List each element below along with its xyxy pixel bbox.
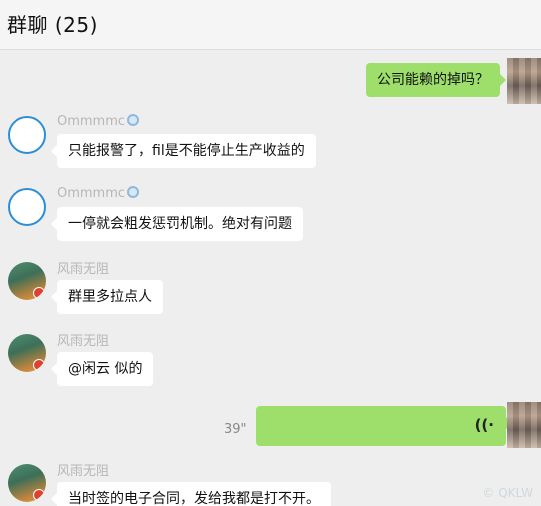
- voice-wave-icon: ((·: [474, 416, 494, 434]
- message-row: Ommmmc 一停就会粗发惩罚机制。绝对有问题: [0, 184, 541, 244]
- message-row: 风雨无阻 当时签的电子合同，发给我都是打不开。: [0, 458, 541, 506]
- incoming-message-bubble[interactable]: 当时签的电子合同，发给我都是打不开。: [51, 482, 331, 506]
- watermark: © QKLW: [482, 486, 533, 500]
- message-row: 风雨无阻 群里多拉点人: [0, 256, 541, 318]
- sender-name: Ommmmc: [57, 186, 140, 201]
- chat-window: 群聊 (25) 公司能赖的掉吗？ Ommmmc 只能报警了，fil是不能停止生产…: [0, 0, 541, 506]
- voice-duration: 39": [224, 422, 247, 437]
- sender-name: 风雨无阻: [57, 262, 110, 277]
- sender-badge-icon: [127, 114, 140, 126]
- sender-name: Ommmmc: [57, 114, 140, 129]
- incoming-message-bubble[interactable]: 只能报警了，fil是不能停止生产收益的: [51, 134, 316, 168]
- avatar-badge-icon: [33, 489, 45, 501]
- avatar-badge-icon: [33, 359, 45, 371]
- title-bar: 群聊 (25): [0, 0, 541, 50]
- incoming-message-bubble[interactable]: 一停就会粗发惩罚机制。绝对有问题: [51, 207, 303, 241]
- my-avatar[interactable]: [507, 402, 541, 448]
- message-row: Ommmmc 只能报警了，fil是不能停止生产收益的: [0, 112, 541, 172]
- message-row: 39" ((·: [0, 402, 541, 450]
- sender-name: 风雨无阻: [57, 464, 110, 479]
- voice-message-bubble[interactable]: ((·: [256, 406, 512, 446]
- avatar[interactable]: [8, 262, 46, 300]
- incoming-message-bubble[interactable]: @闲云 似的: [50, 352, 154, 386]
- outgoing-message-bubble[interactable]: 公司能赖的掉吗？: [366, 63, 506, 97]
- sender-name: 风雨无阻: [57, 334, 110, 349]
- avatar[interactable]: [8, 116, 46, 154]
- group-chat-title: 群聊 (25): [7, 13, 98, 37]
- incoming-message-bubble[interactable]: 群里多拉点人: [51, 280, 163, 314]
- avatar-badge-icon: [33, 287, 45, 299]
- avatar[interactable]: [8, 188, 46, 226]
- my-avatar[interactable]: [507, 58, 541, 104]
- message-row: 风雨无阻 @闲云 似的: [0, 328, 541, 390]
- avatar[interactable]: [8, 464, 46, 502]
- message-row: 公司能赖的掉吗？: [0, 58, 541, 108]
- sender-badge-icon: [127, 186, 140, 198]
- avatar[interactable]: [8, 334, 46, 372]
